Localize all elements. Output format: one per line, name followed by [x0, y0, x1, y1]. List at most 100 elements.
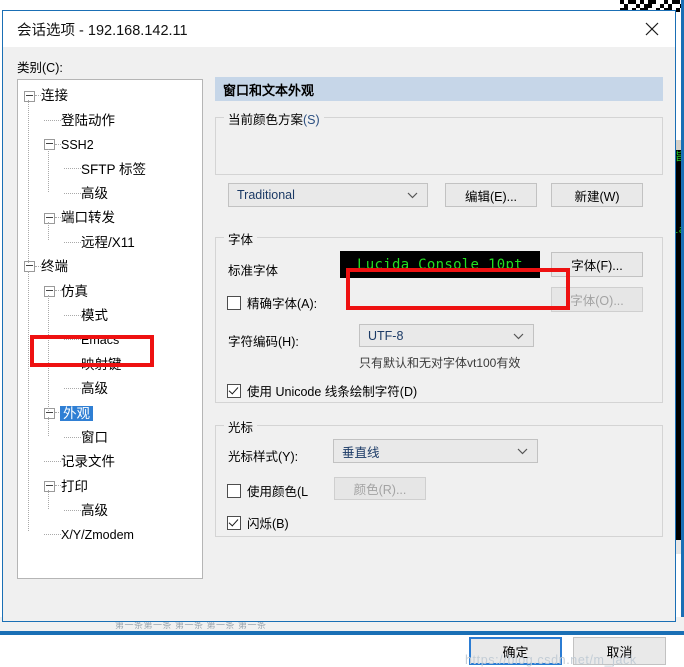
sidebar-item-label: 模式	[81, 307, 108, 323]
collapse-icon[interactable]	[44, 285, 55, 297]
tree-connector	[64, 192, 81, 195]
close-icon[interactable]	[629, 11, 675, 47]
sidebar-item-label: Emacs	[81, 332, 120, 347]
sidebar-item-label: 终端	[41, 259, 68, 275]
cursor-color-button: 颜色(R)...	[334, 477, 426, 500]
session-options-dialog: 会话选项 - 192.168.142.11 类别(C): 连接登陆动作 SSH2 S…	[2, 10, 676, 667]
sidebar-item-label: 高级	[81, 186, 108, 201]
sidebar-item-label: 窗口	[81, 429, 108, 445]
sidebar-item-5[interactable]: 端口转发	[18, 206, 202, 230]
category-label: 类别(C):	[17, 61, 63, 75]
sidebar-item-label: 连接	[41, 88, 68, 104]
tree-connector-line	[28, 270, 29, 532]
cursor-style-label: 光标样式(Y):	[228, 450, 299, 464]
font-preview: Lucida Console 10pt	[340, 251, 540, 278]
sidebar-item-12[interactable]: 高级	[18, 377, 202, 401]
checkbox-box	[227, 483, 241, 498]
sidebar-item-11[interactable]: 映射键	[18, 352, 202, 376]
sidebar-item-7[interactable]: 终端	[18, 255, 202, 279]
font-preview-text: Lucida Console 10pt	[357, 256, 523, 273]
sidebar-item-6[interactable]: 远程/X11	[18, 230, 202, 254]
sidebar-item-label: 高级	[81, 381, 108, 397]
panel-header: 窗口和文本外观	[215, 77, 663, 101]
exact-font-checkbox[interactable]: 精确字体(A):	[227, 293, 317, 312]
unicode-line-drawing-label: 使用 Unicode 线条绘制字符(D)	[247, 385, 418, 399]
unicode-line-drawing-checkbox[interactable]: 使用 Unicode 线条绘制字符(D)	[227, 381, 417, 400]
sidebar-item-label: SFTP 标签	[81, 161, 147, 177]
use-cursor-color-label: 使用颜色(L	[247, 485, 309, 499]
sidebar-item-label: X/Y/Zmodem	[61, 527, 134, 542]
normal-font-label: 标准字体	[228, 264, 279, 278]
tree-connector	[44, 119, 61, 122]
collapse-icon[interactable]	[24, 261, 35, 273]
chevron-down-icon	[513, 329, 524, 343]
charset-value: UTF-8	[368, 328, 404, 343]
cursor-group-title: 光标	[224, 417, 258, 436]
chevron-down-icon	[517, 444, 528, 458]
sidebar-item-label: 端口转发	[61, 210, 115, 226]
use-cursor-color-checkbox[interactable]: 使用颜色(L	[227, 481, 323, 500]
charset-select[interactable]: UTF-8	[359, 324, 534, 347]
sidebar-item-1[interactable]: 登陆动作	[18, 108, 202, 132]
new-color-scheme-button[interactable]: 新建(W)	[551, 183, 643, 207]
color-scheme-group-title: 当前颜色方案(S)	[224, 109, 324, 128]
sidebar-item-0[interactable]: 连接	[18, 84, 202, 108]
sidebar-item-4[interactable]: 高级	[18, 182, 202, 206]
dialog-titlebar: 会话选项 - 192.168.142.11	[3, 11, 675, 47]
sidebar-item-label: SSH2	[61, 137, 94, 152]
sidebar-item-label: 高级	[81, 503, 108, 519]
color-scheme-select[interactable]: Traditional	[228, 183, 428, 207]
tree-connector	[44, 461, 61, 463]
sidebar-item-15[interactable]: 记录文件	[18, 450, 202, 474]
sidebar-item-label: 远程/X11	[81, 234, 135, 250]
charset-hint: 只有默认和无对字体vt100有效	[359, 356, 521, 370]
sidebar-item-label: 登陆动作	[61, 112, 115, 128]
sidebar-item-label: 仿真	[61, 283, 88, 299]
cursor-style-select[interactable]: 垂直线	[333, 439, 538, 463]
tree-connector-line	[48, 148, 49, 192]
tree-connector	[64, 339, 81, 341]
dialog-body: 类别(C): 连接 登陆动作 SSH2 SFTP 标签 高级 端口转发 远程/X11 终端 仿真…	[3, 47, 675, 667]
sidebar-item-2[interactable]: SSH2	[18, 133, 202, 157]
color-scheme-group: 当前颜色方案(S)	[215, 109, 663, 175]
color-scheme-group-mnemonic: (S)	[303, 113, 320, 127]
collapse-icon[interactable]	[44, 480, 55, 492]
cursor-blink-checkbox[interactable]: 闪烁(B)	[227, 513, 289, 532]
checkbox-box	[227, 383, 241, 398]
ok-button[interactable]: 确定	[469, 637, 562, 665]
collapse-icon[interactable]	[24, 90, 35, 102]
tree-connector-line	[48, 490, 49, 509]
tree-connector	[64, 509, 81, 512]
tree-connector	[64, 436, 81, 439]
exact-font-button: 字体(O)...	[551, 287, 643, 312]
tree-connector	[64, 363, 81, 365]
collapse-icon[interactable]	[44, 212, 55, 224]
cancel-button[interactable]: 取消	[573, 637, 666, 665]
sidebar-item-16[interactable]: 打印	[18, 474, 202, 498]
sidebar-item-17[interactable]: 高级	[18, 499, 202, 523]
exact-font-label: 精确字体(A):	[247, 297, 318, 311]
color-scheme-value: Traditional	[237, 188, 295, 202]
sidebar-item-14[interactable]: 窗口	[18, 425, 202, 449]
category-tree[interactable]: 连接 登陆动作 SSH2 SFTP 标签 高级 端口转发 远程/X11 终端 仿真 模式 Emacs…	[17, 79, 203, 579]
tree-connector-line	[48, 222, 49, 241]
sidebar-item-3[interactable]: SFTP 标签	[18, 157, 202, 181]
checkbox-box	[227, 295, 241, 310]
sidebar-item-9[interactable]: 模式	[18, 304, 202, 328]
tree-connector	[44, 534, 61, 536]
cursor-style-value: 垂直线	[342, 445, 380, 460]
sidebar-item-label: 记录文件	[61, 454, 115, 470]
edit-color-scheme-button[interactable]: 编辑(E)...	[445, 183, 537, 207]
charset-label: 字符编码(H):	[228, 335, 299, 349]
collapse-icon[interactable]	[44, 139, 55, 151]
sidebar-item-10[interactable]: Emacs	[18, 328, 202, 352]
sidebar-item-13[interactable]: 外观	[18, 401, 202, 425]
sidebar-item-8[interactable]: 仿真	[18, 279, 202, 303]
dialog-title: 会话选项 - 192.168.142.11	[17, 22, 188, 39]
sidebar-item-18[interactable]: X/Y/Zmodem	[18, 523, 202, 547]
cursor-blink-label: 闪烁(B)	[247, 517, 289, 531]
collapse-icon[interactable]	[44, 407, 55, 419]
font-group-title: 字体	[224, 229, 258, 248]
color-scheme-group-label: 当前颜色方案	[228, 113, 304, 127]
choose-font-button[interactable]: 字体(F)...	[551, 252, 643, 277]
